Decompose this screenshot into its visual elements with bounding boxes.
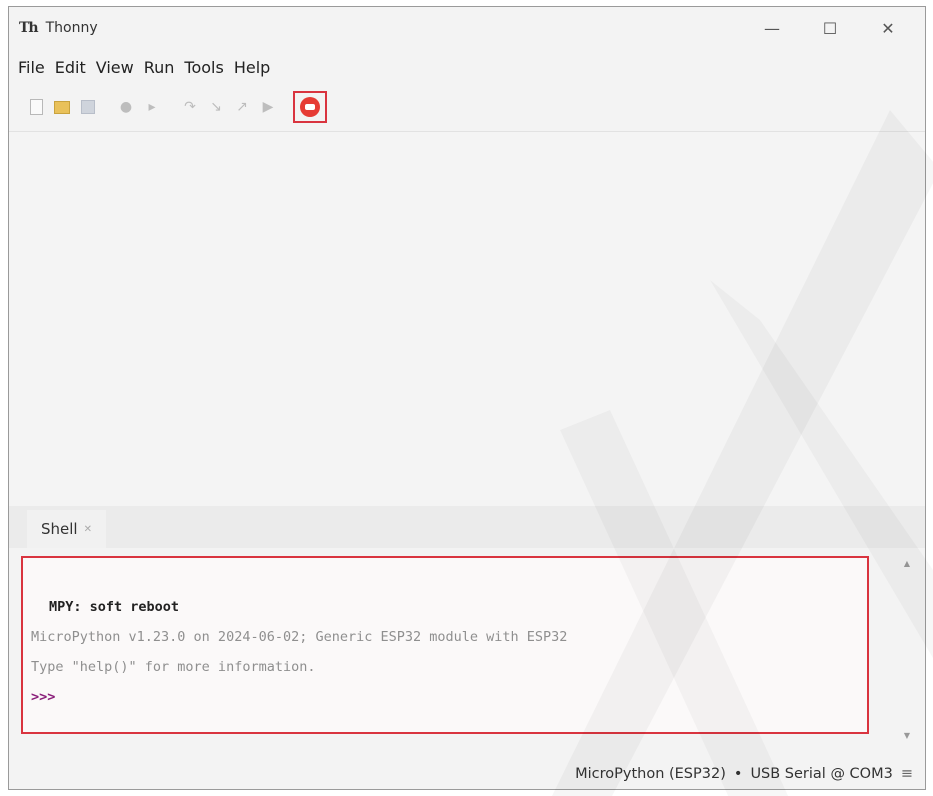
shell-tab-bar: Shell ✕: [9, 506, 925, 548]
window-title: Thonny: [45, 20, 98, 36]
debug-icon[interactable]: ▸: [141, 96, 163, 118]
minimize-button[interactable]: —: [743, 7, 801, 49]
step-over-icon[interactable]: ↷: [179, 96, 201, 118]
scroll-up-icon[interactable]: ▲: [901, 558, 913, 570]
menu-view[interactable]: View: [91, 58, 139, 77]
status-menu-icon[interactable]: ≡: [901, 766, 913, 782]
thonny-logo-icon: Th: [19, 20, 39, 36]
shell-scrollbar[interactable]: ▲ ▼: [901, 558, 913, 742]
thonny-window: Th Thonny — ☐ ✕ File Edit View Run Tools…: [8, 6, 926, 790]
shell-prompt[interactable]: >>>: [31, 682, 867, 712]
shell-line-banner: MicroPython v1.23.0 on 2024-06-02; Gener…: [31, 629, 568, 645]
menu-file[interactable]: File: [13, 58, 50, 77]
status-separator: •: [733, 766, 743, 782]
menu-run[interactable]: Run: [139, 58, 180, 77]
run-icon[interactable]: ●: [115, 96, 137, 118]
stop-button-highlight: [293, 91, 327, 123]
stop-icon[interactable]: [300, 97, 320, 117]
code-editor[interactable]: [9, 131, 925, 506]
close-button[interactable]: ✕: [859, 7, 917, 49]
maximize-button[interactable]: ☐: [801, 7, 859, 49]
tab-shell[interactable]: Shell ✕: [27, 510, 106, 548]
title-bar: Th Thonny — ☐ ✕: [9, 7, 925, 49]
open-file-icon[interactable]: [51, 96, 73, 118]
port-label[interactable]: USB Serial @ COM3: [750, 766, 892, 782]
menu-edit[interactable]: Edit: [50, 58, 91, 77]
menu-help[interactable]: Help: [229, 58, 275, 77]
shell-line-help: Type "help()" for more information.: [31, 659, 316, 675]
toolbar: ● ▸ ↷ ↘ ↗ ▶: [9, 87, 925, 127]
scroll-down-icon[interactable]: ▼: [901, 730, 913, 742]
shell-line-reboot: MPY: soft reboot: [49, 599, 180, 615]
shell-output-highlight: MPY: soft reboot MicroPython v1.23.0 on …: [21, 556, 869, 734]
shell-tab-label: Shell: [41, 520, 78, 538]
menu-tools[interactable]: Tools: [179, 58, 228, 77]
resume-icon[interactable]: ▶: [257, 96, 279, 118]
status-bar: MicroPython (ESP32) • USB Serial @ COM3 …: [9, 757, 925, 789]
menu-bar: File Edit View Run Tools Help: [9, 55, 275, 79]
window-controls: — ☐ ✕: [743, 7, 917, 49]
shell-panel[interactable]: MPY: soft reboot MicroPython v1.23.0 on …: [9, 548, 925, 752]
save-file-icon[interactable]: [77, 96, 99, 118]
step-out-icon[interactable]: ↗: [231, 96, 253, 118]
close-tab-icon[interactable]: ✕: [84, 524, 92, 535]
step-into-icon[interactable]: ↘: [205, 96, 227, 118]
interpreter-label[interactable]: MicroPython (ESP32): [575, 766, 726, 782]
new-file-icon[interactable]: [25, 96, 47, 118]
